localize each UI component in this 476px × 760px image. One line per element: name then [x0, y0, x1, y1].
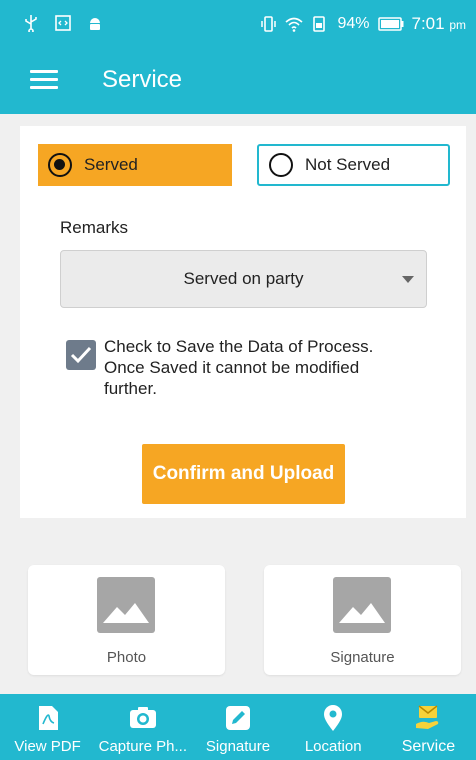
served-radio[interactable]: Served	[38, 144, 232, 186]
nav-signature[interactable]: Signature	[190, 694, 285, 760]
clock: 7:01 pm	[412, 14, 467, 34]
bottom-navigation: View PDF Capture Ph... Signature Locatio…	[0, 694, 476, 760]
nav-service[interactable]: Service	[381, 694, 476, 760]
pencil-icon	[226, 706, 250, 730]
remarks-dropdown[interactable]: Served on party	[60, 250, 427, 308]
checkmark-icon	[70, 346, 92, 364]
battery-percent: 94%	[337, 15, 370, 32]
save-data-checkbox[interactable]	[66, 340, 96, 370]
photo-tile-label: Photo	[106, 649, 147, 666]
vibrate-icon	[261, 16, 277, 32]
radio-checked-icon	[48, 153, 72, 177]
usb-icon	[25, 15, 37, 32]
nav-location[interactable]: Location	[286, 694, 381, 760]
nav-capture-photo-label: Capture Ph...	[98, 738, 187, 755]
page-title: Service	[102, 66, 183, 93]
save-data-text: Check to Save the Data of Process. Once …	[104, 337, 374, 398]
android-icon	[90, 18, 100, 30]
sim-icon	[313, 16, 326, 32]
clock-time: 7:01	[411, 14, 445, 33]
not-served-label: Not Served	[305, 155, 391, 174]
camera-icon	[129, 707, 156, 728]
location-pin-icon	[324, 705, 343, 731]
remarks-label: Remarks	[60, 218, 129, 237]
image-placeholder-icon	[97, 577, 155, 633]
signature-tile-label: Signature	[330, 649, 395, 666]
pdf-icon	[38, 706, 58, 730]
status-bar: 94% 7:01 pm	[0, 0, 476, 48]
hamburger-menu-icon[interactable]	[30, 70, 58, 90]
nav-view-pdf[interactable]: View PDF	[0, 694, 95, 760]
photo-tile[interactable]: Photo	[28, 565, 225, 675]
clock-ampm: pm	[449, 18, 466, 32]
nav-location-label: Location	[304, 738, 362, 755]
battery-icon	[377, 17, 403, 31]
nav-view-pdf-label: View PDF	[14, 738, 81, 755]
wifi-icon	[285, 17, 303, 32]
signature-tile[interactable]: Signature	[264, 565, 461, 675]
code-icon	[55, 15, 71, 31]
service-form-card: Served Not Served Remarks Served on part…	[20, 126, 466, 518]
not-served-radio[interactable]: Not Served	[257, 144, 450, 186]
nav-capture-photo[interactable]: Capture Ph...	[95, 694, 190, 760]
confirm-upload-button[interactable]: Confirm and Upload	[142, 444, 345, 504]
served-label: Served	[84, 155, 138, 174]
dropdown-arrow-icon	[402, 276, 414, 283]
remarks-selected-value: Served on party	[183, 269, 304, 288]
image-placeholder-icon	[333, 577, 391, 633]
nav-signature-label: Signature	[205, 738, 271, 755]
app-bar: Service	[0, 48, 476, 114]
nav-service-label: Service	[401, 738, 456, 755]
service-hand-icon	[416, 705, 439, 729]
radio-unchecked-icon	[269, 153, 293, 177]
